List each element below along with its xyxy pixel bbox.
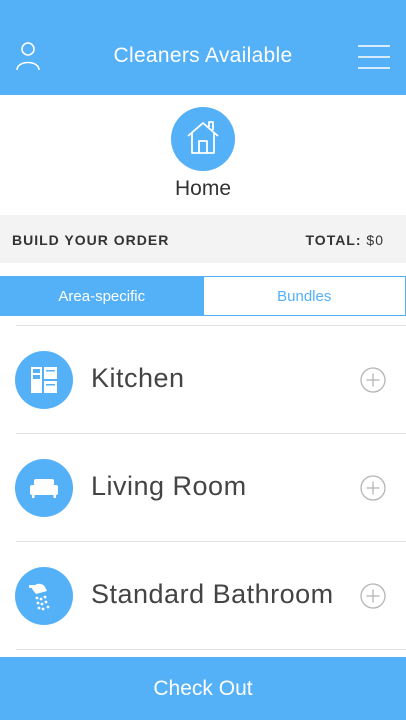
divider [16,649,406,650]
order-type-tabs: Area-specific Bundles [0,276,406,316]
top-bar: Cleaners Available [0,0,406,95]
menu-icon[interactable] [358,44,390,70]
shower-icon [15,567,73,625]
location-label: Home [174,177,232,200]
room-item-kitchen[interactable]: Kitchen [0,326,406,434]
check-out-button[interactable]: Check Out [0,657,406,720]
add-circle-icon[interactable] [360,475,386,501]
order-summary-bar: BUILD YOUR ORDER TOTAL: $0 [0,215,406,263]
room-item-standard-bathroom[interactable]: Standard Bathroom [0,542,406,650]
kitchen-icon [15,351,73,409]
order-total: TOTAL: $0 [306,232,385,248]
total-label: TOTAL: [305,232,362,248]
build-order-label: BUILD YOUR ORDER [12,232,170,248]
room-label: Standard Bathroom [91,579,334,609]
add-circle-icon[interactable] [360,583,386,609]
house-icon [171,107,235,171]
location-header: Home [0,95,406,215]
room-list: Kitchen Living Room Standard Bathroom [0,325,406,657]
tab-area-specific[interactable]: Area-specific [1,277,203,315]
sofa-icon [15,459,73,517]
total-value: $0 [366,232,384,248]
tab-bundles[interactable]: Bundles [202,277,405,315]
app-title: Cleaners Available [113,44,293,67]
room-label: Kitchen [91,363,185,393]
room-label: Living Room [91,471,247,501]
add-circle-icon[interactable] [360,367,386,393]
room-item-living-room[interactable]: Living Room [0,434,406,542]
